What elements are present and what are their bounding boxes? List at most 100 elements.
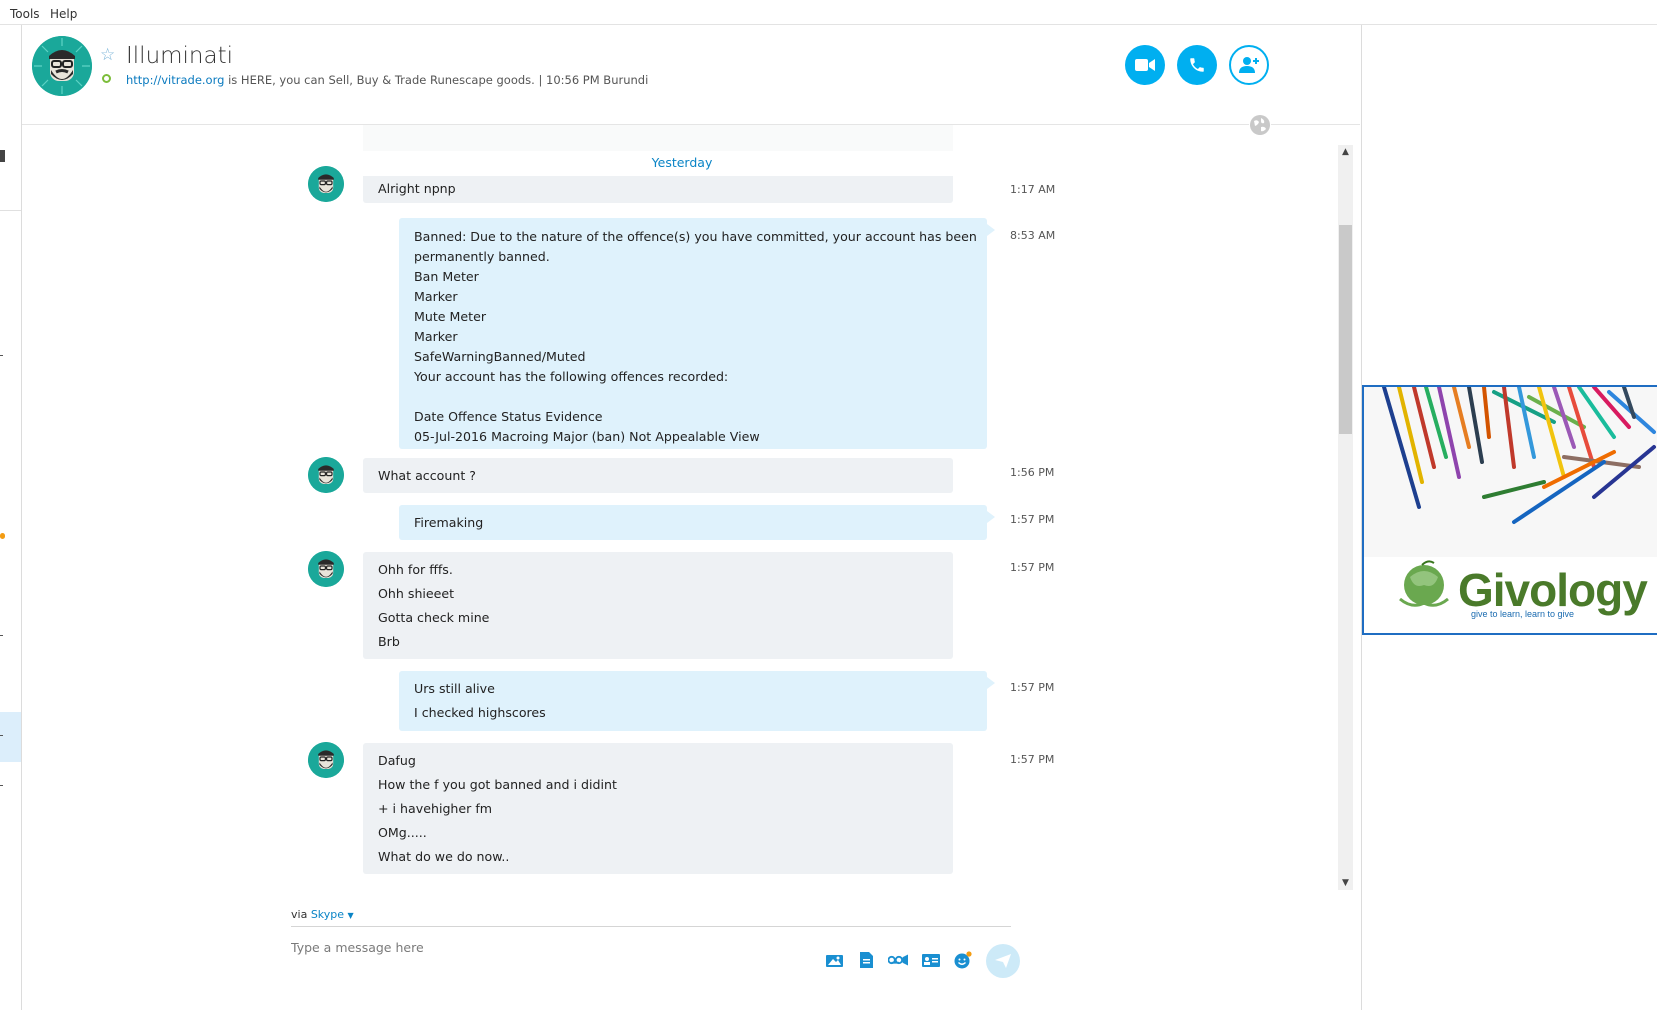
incoming-message[interactable]: Dafug How the f you got banned and i did…: [363, 743, 953, 874]
scroll-thumb[interactable]: [1339, 225, 1352, 434]
selected-conversation-marker[interactable]: [0, 712, 21, 762]
message-text: Mute Meter: [414, 309, 487, 324]
message-text: Gotta check mine: [378, 610, 490, 625]
message-text: Urs still alive: [414, 681, 495, 696]
message-text: Marker: [414, 289, 458, 304]
message-time: 1:56 PM: [1010, 466, 1055, 479]
conversation-title: Illuminati: [126, 43, 234, 69]
outgoing-message[interactable]: Urs still alive I checked highscores: [399, 671, 995, 731]
message-text: Banned: Due to the nature of the offence…: [414, 229, 977, 244]
incoming-message[interactable]: What account ?: [363, 458, 953, 493]
message-text: Dafug: [378, 753, 416, 768]
givology-logo-icon: [1399, 560, 1449, 607]
scroll-down-arrow-icon[interactable]: ▼: [1338, 876, 1353, 890]
advertisement-banner[interactable]: Givology give to learn, learn to give: [1362, 385, 1657, 635]
hipster-avatar-icon: [32, 36, 92, 96]
presence-status-icon: [102, 74, 111, 83]
sender-avatar[interactable]: [308, 166, 344, 202]
hipster-avatar-icon: [308, 457, 344, 493]
menu-help[interactable]: Help: [50, 7, 77, 21]
via-service[interactable]: Skype: [311, 908, 344, 921]
send-photo-icon: [825, 955, 843, 967]
message-text: Ban Meter: [414, 269, 479, 284]
hipster-avatar-icon: [308, 551, 344, 587]
message-text: Your account has the following offences …: [414, 369, 729, 384]
hipster-avatar-icon: [308, 742, 344, 778]
emoticon-icon: [954, 951, 972, 969]
unread-dot: [0, 533, 5, 539]
chat-history: Yesterday Alright npnp 1:17 AM Banned: D…: [22, 125, 1342, 890]
sidebar-item[interactable]: [0, 635, 3, 636]
message-text: Ohh shieeet: [378, 586, 455, 601]
right-panel: Givology give to learn, learn to give: [1361, 25, 1657, 1010]
sidebar-item[interactable]: [0, 735, 3, 736]
message-text: Ohh for fffs.: [378, 562, 453, 577]
outgoing-message[interactable]: Banned: Due to the nature of the offence…: [399, 218, 995, 449]
chat-scrollbar[interactable]: ▲ ▼: [1338, 145, 1353, 890]
message-time: 1:17 AM: [1010, 183, 1056, 196]
message-text: What account ?: [378, 468, 476, 483]
contact-mood-message: http://vitrade.org is HERE, you can Sell…: [126, 73, 648, 87]
add-contact-icon: [1239, 57, 1259, 73]
message-text: OMg.....: [378, 825, 427, 840]
sender-avatar[interactable]: [308, 457, 344, 493]
send-photo-button[interactable]: [824, 950, 844, 970]
previous-message-fragment: [363, 125, 953, 151]
video-call-icon: [1135, 59, 1155, 71]
chevron-down-icon[interactable]: ▼: [348, 911, 354, 920]
send-icon: [995, 954, 1011, 968]
audio-call-button[interactable]: [1177, 45, 1217, 85]
sender-avatar[interactable]: [308, 551, 344, 587]
message-text: Firemaking: [414, 515, 484, 530]
video-message-icon: [888, 954, 908, 966]
message-text: 05-Jul-2016 Macroing Major (ban) Not App…: [414, 429, 760, 444]
via-label: via: [291, 908, 308, 921]
message-time: 1:57 PM: [1010, 681, 1055, 694]
video-call-button[interactable]: [1125, 45, 1165, 85]
conversation-header: ☆ Illuminati http://vitrade.org is HERE,…: [22, 25, 1360, 125]
emoticon-button[interactable]: [953, 950, 973, 970]
send-button[interactable]: [986, 944, 1020, 978]
hipster-avatar-icon: [308, 166, 344, 202]
message-time: 1:57 PM: [1010, 513, 1055, 526]
sidebar-divider: [0, 210, 21, 211]
incoming-message[interactable]: Ohh for fffs. Ohh shieeet Gotta check mi…: [363, 552, 953, 659]
mood-link[interactable]: http://vitrade.org: [126, 73, 224, 87]
scroll-up-arrow-icon[interactable]: ▲: [1338, 145, 1353, 159]
message-time: 8:53 AM: [1010, 229, 1056, 242]
via-selector[interactable]: via Skype ▼: [291, 908, 354, 921]
send-contact-icon: [922, 953, 940, 967]
message-text: SafeWarningBanned/Muted: [414, 349, 586, 364]
message-text: Date Offence Status Evidence: [414, 409, 603, 424]
message-text: I checked highscores: [414, 705, 546, 720]
send-file-icon: [859, 952, 873, 968]
sidebar-item[interactable]: [0, 355, 3, 356]
sender-avatar[interactable]: [308, 742, 344, 778]
add-participant-button[interactable]: [1229, 45, 1269, 85]
incoming-message[interactable]: Alright npnp: [363, 176, 953, 203]
sidebar-edge: [0, 25, 22, 1010]
outgoing-message[interactable]: Firemaking: [399, 505, 995, 540]
sidebar-icon[interactable]: [0, 150, 5, 162]
ad-tagline: give to learn, learn to give: [1471, 609, 1575, 619]
message-input[interactable]: [291, 936, 791, 958]
send-file-button[interactable]: [856, 950, 876, 970]
send-contact-button[interactable]: [921, 950, 941, 970]
video-message-button[interactable]: [888, 950, 908, 970]
message-time: 1:57 PM: [1010, 753, 1055, 766]
menu-bar: Tools Help: [0, 0, 1657, 25]
message-text: Alright npnp: [378, 181, 456, 196]
menu-tools[interactable]: Tools: [10, 7, 40, 21]
message-text: + i havehigher fm: [378, 801, 493, 816]
message-time: 1:57 PM: [1010, 561, 1055, 574]
colored-pencils-image: [1364, 387, 1657, 557]
composer-divider: [291, 926, 1011, 927]
sidebar-item[interactable]: [0, 785, 3, 786]
favorite-star-icon[interactable]: ☆: [100, 45, 115, 65]
date-separator: Yesterday: [651, 155, 713, 170]
message-text: [414, 387, 972, 407]
message-text: Marker: [414, 329, 458, 344]
mood-text: is HERE, you can Sell, Buy & Trade Runes…: [224, 73, 649, 87]
contact-avatar[interactable]: [32, 36, 92, 96]
message-text: Brb: [378, 634, 400, 649]
